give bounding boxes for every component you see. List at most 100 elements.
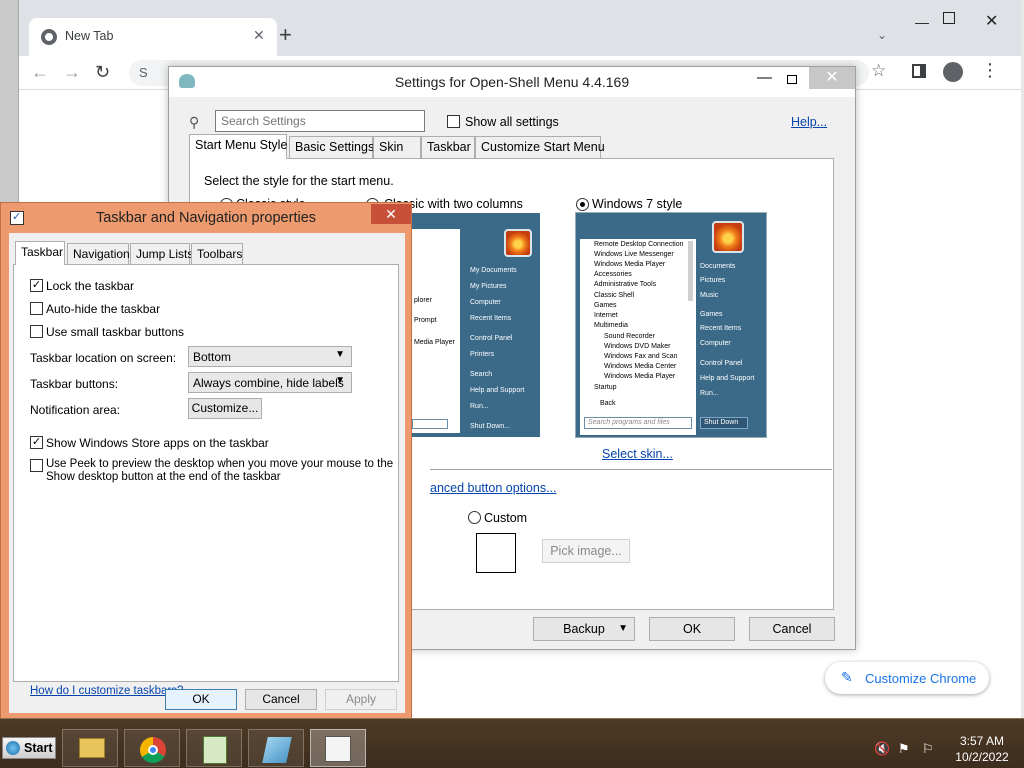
windows7-style-radio[interactable] <box>576 198 589 211</box>
openshell-maximize-icon[interactable] <box>787 75 797 84</box>
tab-search-chevron-icon[interactable]: ⌄ <box>877 28 887 42</box>
new-tab-plus-icon[interactable]: + <box>279 24 292 46</box>
network-icon[interactable]: ⚑ <box>898 741 910 757</box>
tab-skin[interactable]: Skin <box>373 136 421 158</box>
win7-right-item: Help and Support <box>700 375 755 382</box>
chrome-icon <box>140 737 166 763</box>
classic-right-item: Shut Down... <box>470 423 511 430</box>
taskbar-properties-titlebar[interactable]: Taskbar and Navigation properties ✕ <box>1 203 411 233</box>
clock-time: 3:57 AM <box>959 734 1005 748</box>
select-skin-link[interactable]: Select skin... <box>602 447 673 461</box>
reload-icon[interactable]: ↻ <box>95 62 110 83</box>
chrome-menu-icon[interactable]: ⋮ <box>981 60 999 81</box>
openshell-title: Settings for Open-Shell Menu 4.4.169 <box>394 74 630 90</box>
search-settings-input[interactable] <box>215 110 425 132</box>
auto-hide-checkbox[interactable] <box>30 302 43 315</box>
help-link[interactable]: Help... <box>791 115 827 129</box>
taskbar-chrome[interactable] <box>124 729 180 767</box>
action-center-icon[interactable]: ⚐ <box>922 741 934 757</box>
classic-two-columns-preview[interactable]: plorer Prompt Media Player My Documents … <box>412 213 540 437</box>
taskbar-buttons-select[interactable]: Always combine, hide labels ▼ <box>188 372 352 393</box>
chrome-tabstrip: New Tab ✕ + ⌄ — ✕ <box>19 0 1024 56</box>
tab-taskbar[interactable]: Taskbar <box>421 136 475 158</box>
openshell-ok-button[interactable]: OK <box>649 617 735 641</box>
chrome-tab-new-tab[interactable]: New Tab ✕ <box>29 18 277 56</box>
custom-button-radio[interactable] <box>468 511 481 524</box>
system-clock[interactable]: 3:57 AM 10/2/2022 <box>948 733 1016 765</box>
win7-program-item: Games <box>594 302 617 309</box>
taskbar-props-cancel-button[interactable]: Cancel <box>245 689 317 710</box>
chrome-minimize-icon[interactable]: — <box>915 14 929 30</box>
openshell-titlebar[interactable]: Settings for Open-Shell Menu 4.4.169 — ✕ <box>169 67 855 97</box>
lock-taskbar-checkbox[interactable] <box>30 279 43 292</box>
chevron-down-icon: ▼ <box>335 375 345 386</box>
classic-left-column: plorer Prompt Media Player <box>412 229 460 433</box>
openshell-close-button[interactable]: ✕ <box>809 67 855 89</box>
taskbar-properties-app[interactable] <box>310 729 366 767</box>
taskbar-props-apply-button[interactable]: Apply <box>325 689 397 710</box>
tab-toolbars[interactable]: Toolbars <box>191 243 243 264</box>
use-peek-checkbox[interactable] <box>30 459 43 472</box>
chrome-maximize-icon[interactable] <box>943 12 955 24</box>
backup-button[interactable]: Backup ▼ <box>533 617 635 641</box>
win7-right-item: Music <box>700 292 719 299</box>
tab-jump-lists[interactable]: Jump Lists <box>130 243 193 264</box>
tab-navigation[interactable]: Navigation <box>67 243 130 264</box>
close-tab-icon[interactable]: ✕ <box>253 27 265 44</box>
taskbar-notepad-app[interactable] <box>186 729 242 767</box>
classic-left-item: Prompt <box>414 317 437 324</box>
use-peek-label-line1: Use Peek to preview the desktop when you… <box>46 458 394 470</box>
tab-taskbar-props[interactable]: Taskbar <box>15 241 65 265</box>
custom-image-preview <box>476 533 516 573</box>
taskbar-tab-panel: Lock the taskbar Auto-hide the taskbar U… <box>13 264 399 697</box>
tab-basic-settings[interactable]: Basic Settings <box>289 136 374 158</box>
win7-program-item: Classic Shell <box>594 292 635 299</box>
tab-start-menu-style[interactable]: Start Menu Style <box>189 134 287 159</box>
win7-right-item: Recent Items <box>700 325 742 332</box>
classic-left-item: Media Player <box>414 339 455 346</box>
forward-arrow-icon[interactable]: → <box>63 62 81 83</box>
win7-right-item: Run... <box>700 390 719 397</box>
small-buttons-checkbox[interactable] <box>30 325 43 338</box>
openshell-cancel-button[interactable]: Cancel <box>749 617 835 641</box>
back-arrow-icon[interactable]: ← <box>31 62 49 83</box>
omnibox-hint: S <box>139 65 148 80</box>
how-to-customize-link[interactable]: How do I customize taskbars? <box>30 685 183 697</box>
advanced-button-options-link[interactable]: anced button options... <box>430 481 556 495</box>
tab-customize-start-menu[interactable]: Customize Start Menu <box>475 136 605 158</box>
classic-left-item: plorer <box>414 297 432 304</box>
win7-program-item: Startup <box>594 384 617 391</box>
chrome-favicon-icon <box>41 29 57 45</box>
win7-program-item: Remote Desktop Connection <box>594 241 684 248</box>
speaker-muted-icon[interactable]: 🔇 <box>874 741 890 757</box>
classic-right-item: Run... <box>470 403 489 410</box>
chrome-close-icon[interactable]: ✕ <box>985 11 998 31</box>
bookmark-star-icon[interactable]: ☆ <box>871 61 886 81</box>
lock-taskbar-label: Lock the taskbar <box>46 279 135 293</box>
style-prompt: Select the style for the start menu. <box>204 174 394 188</box>
openshell-minimize-icon[interactable]: — <box>757 69 772 86</box>
windows7-style-preview[interactable]: Remote Desktop Connection Windows Live M… <box>575 212 767 438</box>
classic-right-item: Recent Items <box>470 315 512 322</box>
taskbar-location-select[interactable]: Bottom ▼ <box>188 346 352 367</box>
taskbar-paint-app[interactable] <box>248 729 304 767</box>
win7-user-picture-icon <box>712 221 744 253</box>
customize-notification-button[interactable]: Customize... <box>188 398 262 419</box>
pencil-icon: ✎ <box>841 669 853 685</box>
taskbar-props-ok-button[interactable]: OK <box>165 689 237 710</box>
win7-program-item: Internet <box>594 312 618 319</box>
taskbar-file-explorer[interactable] <box>62 729 118 767</box>
classic-right-item: Computer <box>470 299 501 306</box>
start-label: Start <box>24 741 53 755</box>
side-panel-icon[interactable] <box>912 64 926 78</box>
store-apps-checkbox[interactable] <box>30 436 43 449</box>
start-button[interactable]: Start <box>2 737 56 759</box>
taskbar-location-value: Bottom <box>193 350 232 364</box>
win7-program-item: Multimedia <box>594 322 628 329</box>
windows-taskbar: Start 🔇 ⚑ ⚐ <box>0 718 1024 768</box>
taskbar-properties-close-button[interactable]: ✕ <box>371 204 411 224</box>
profile-avatar-icon[interactable] <box>943 62 963 82</box>
pick-image-button[interactable]: Pick image... <box>542 539 630 563</box>
show-all-settings-checkbox[interactable] <box>447 115 460 128</box>
customize-chrome-button[interactable]: ✎ Customize Chrome <box>825 662 989 694</box>
